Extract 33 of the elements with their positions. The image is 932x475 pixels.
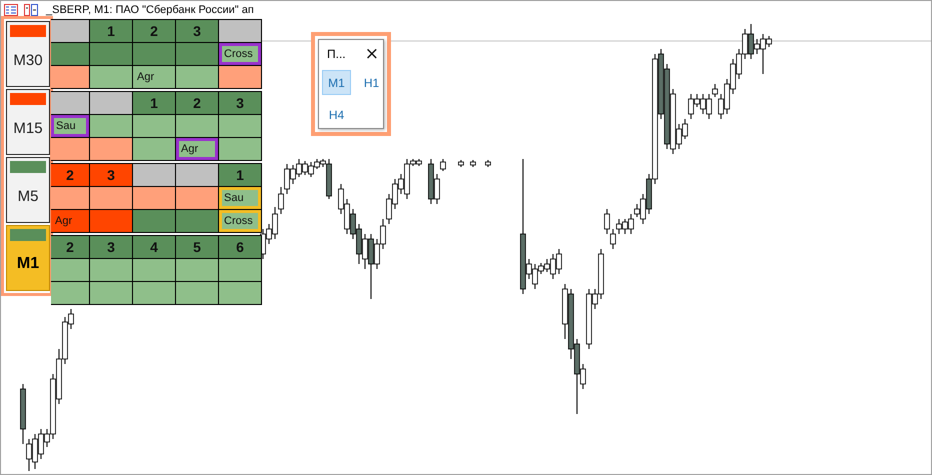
grid-cell: 3 — [90, 236, 132, 258]
highlight-frame: Agr — [176, 138, 218, 160]
close-button[interactable]: × — [364, 46, 379, 62]
grid-cell: 3 — [90, 164, 132, 186]
timeframe-button[interactable]: M15 — [6, 89, 50, 155]
grid-cell: 2 — [133, 20, 175, 42]
timeframe-button[interactable]: M5 — [6, 157, 50, 223]
highlight-frame: Sau — [219, 187, 261, 209]
timeframe-button[interactable]: M1 — [6, 225, 50, 291]
timeframe-option[interactable]: H1 — [357, 70, 386, 95]
grid-cell: 5 — [176, 236, 218, 258]
grid-cell: 3 — [176, 20, 218, 42]
window-title: _SBERP, M1: ПАО "Сбербанк России" ап — [46, 4, 254, 16]
highlight-frame: Cross — [219, 210, 261, 232]
grid-cell: 1 — [133, 92, 175, 114]
popup-title: П... — [327, 47, 346, 61]
timeframe-button[interactable]: M30 — [6, 21, 50, 87]
grid-cell: 6 — [219, 236, 261, 258]
grid-cell: 4 — [133, 236, 175, 258]
grid-cell: Agr — [133, 66, 175, 88]
list-icon[interactable] — [4, 4, 18, 16]
grid-cell: 3 — [219, 92, 261, 114]
grid-cell: Agr — [51, 210, 89, 232]
grid-cell: 2 — [176, 92, 218, 114]
grid-cell: 2 — [51, 164, 89, 186]
grid-cell: 2 — [51, 236, 89, 258]
highlight-frame: Cross — [219, 43, 261, 65]
grid-cell: 1 — [219, 164, 261, 186]
grid-cell: 1 — [90, 20, 132, 42]
chart-window-icon[interactable] — [24, 4, 38, 16]
highlight-frame: Sau — [51, 115, 89, 137]
timeframe-option[interactable]: M1 — [322, 70, 351, 95]
timeframe-option[interactable]: H4 — [322, 102, 351, 127]
